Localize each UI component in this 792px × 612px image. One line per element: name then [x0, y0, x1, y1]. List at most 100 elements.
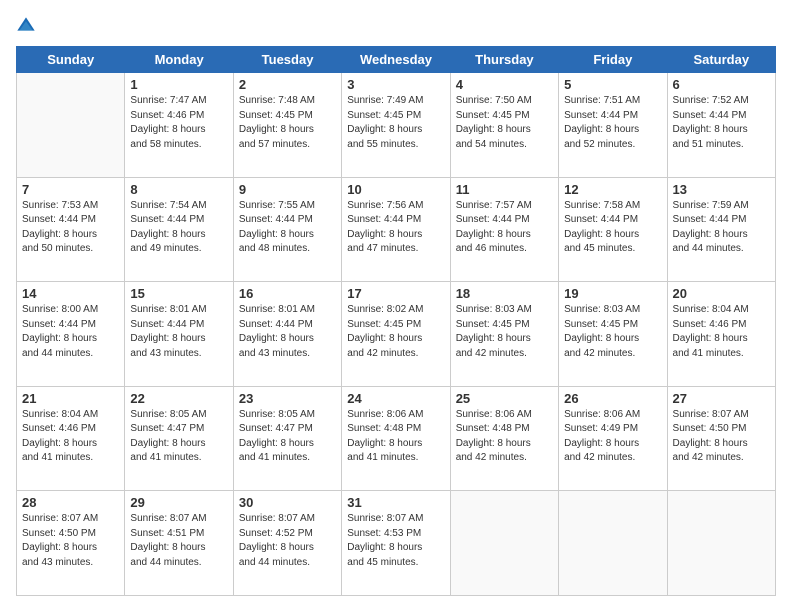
day-number: 15	[130, 286, 227, 301]
day-info: Sunrise: 7:59 AMSunset: 4:44 PMDaylight:…	[673, 199, 770, 257]
calendar-cell: 25Sunrise: 8:06 AMSunset: 4:48 PMDayligh…	[450, 386, 558, 491]
calendar-cell: 7 Sunrise: 7:53 AMSunset: 4:44 PMDaylight…	[17, 177, 125, 282]
logo	[16, 16, 38, 36]
calendar-cell: 21 Sunrise: 8:04 AMSunset: 4:46 PMDayligh…	[17, 386, 125, 491]
day-number: 16	[239, 286, 336, 301]
calendar-cell: 4Sunrise: 7:50 AMSunset: 4:45 PMDaylight…	[450, 73, 558, 178]
day-info: Sunrise: 8:04 AMSunset: 4:46 PMDaylight:…	[22, 408, 119, 466]
calendar-cell: 6Sunrise: 7:52 AMSunset: 4:44 PMDaylight…	[667, 73, 775, 178]
calendar-cell: 1 Sunrise: 7:47 AMSunset: 4:46 PMDaylight…	[125, 73, 233, 178]
day-info: Sunrise: 7:55 AMSunset: 4:44 PMDaylight:…	[239, 199, 336, 257]
day-info: Sunrise: 7:48 AMSunset: 4:45 PMDaylight:…	[239, 94, 336, 152]
day-info: Sunrise: 8:05 AMSunset: 4:47 PMDaylight:…	[239, 408, 336, 466]
calendar-cell: 26 Sunrise: 8:06 AMSunset: 4:49 PMDayligh…	[559, 386, 667, 491]
day-number: 30	[239, 495, 336, 510]
day-number: 29	[130, 495, 227, 510]
day-info: Sunrise: 7:50 AMSunset: 4:45 PMDaylight:…	[456, 94, 553, 152]
day-info: Sunrise: 8:03 AMSunset: 4:45 PMDaylight:…	[456, 303, 553, 361]
calendar-table: SundayMondayTuesdayWednesdayThursdayFrid…	[16, 46, 776, 596]
calendar-cell: 9 Sunrise: 7:55 AMSunset: 4:44 PMDaylight…	[233, 177, 341, 282]
day-number: 11	[456, 182, 553, 197]
calendar-week-row: 28Sunrise: 8:07 AMSunset: 4:50 PMDayligh…	[17, 491, 776, 596]
calendar-cell: 11 Sunrise: 7:57 AMSunset: 4:44 PMDayligh…	[450, 177, 558, 282]
logo-icon	[16, 16, 36, 36]
calendar-cell: 8Sunrise: 7:54 AMSunset: 4:44 PMDaylight…	[125, 177, 233, 282]
day-info: Sunrise: 8:06 AMSunset: 4:48 PMDaylight:…	[456, 408, 553, 466]
day-number: 2	[239, 77, 336, 92]
calendar-cell: 5 Sunrise: 7:51 AMSunset: 4:44 PMDaylight…	[559, 73, 667, 178]
day-number: 14	[22, 286, 119, 301]
day-info: Sunrise: 8:07 AMSunset: 4:52 PMDaylight:…	[239, 512, 336, 570]
day-info: Sunrise: 8:04 AMSunset: 4:46 PMDaylight:…	[673, 303, 770, 361]
day-info: Sunrise: 7:49 AMSunset: 4:45 PMDaylight:…	[347, 94, 444, 152]
calendar-cell: 3 Sunrise: 7:49 AMSunset: 4:45 PMDaylight…	[342, 73, 450, 178]
weekday-header-monday: Monday	[125, 47, 233, 73]
calendar-cell: 13 Sunrise: 7:59 AMSunset: 4:44 PMDayligh…	[667, 177, 775, 282]
day-number: 17	[347, 286, 444, 301]
day-number: 3	[347, 77, 444, 92]
calendar-cell: 23 Sunrise: 8:05 AMSunset: 4:47 PMDayligh…	[233, 386, 341, 491]
day-info: Sunrise: 7:53 AMSunset: 4:44 PMDaylight:…	[22, 199, 119, 257]
calendar-cell: 19 Sunrise: 8:03 AMSunset: 4:45 PMDayligh…	[559, 282, 667, 387]
day-info: Sunrise: 7:47 AMSunset: 4:46 PMDaylight:…	[130, 94, 227, 152]
calendar-cell: 15Sunrise: 8:01 AMSunset: 4:44 PMDayligh…	[125, 282, 233, 387]
calendar-cell: 20 Sunrise: 8:04 AMSunset: 4:46 PMDayligh…	[667, 282, 775, 387]
day-number: 26	[564, 391, 661, 406]
day-info: Sunrise: 7:51 AMSunset: 4:44 PMDaylight:…	[564, 94, 661, 152]
day-info: Sunrise: 7:58 AMSunset: 4:44 PMDaylight:…	[564, 199, 661, 257]
weekday-header-wednesday: Wednesday	[342, 47, 450, 73]
weekday-header-friday: Friday	[559, 47, 667, 73]
day-info: Sunrise: 8:05 AMSunset: 4:47 PMDaylight:…	[130, 408, 227, 466]
day-number: 13	[673, 182, 770, 197]
day-info: Sunrise: 8:03 AMSunset: 4:45 PMDaylight:…	[564, 303, 661, 361]
weekday-header-row: SundayMondayTuesdayWednesdayThursdayFrid…	[17, 47, 776, 73]
calendar-cell: 22 Sunrise: 8:05 AMSunset: 4:47 PMDayligh…	[125, 386, 233, 491]
calendar-cell: 16Sunrise: 8:01 AMSunset: 4:44 PMDayligh…	[233, 282, 341, 387]
weekday-header-sunday: Sunday	[17, 47, 125, 73]
day-info: Sunrise: 7:56 AMSunset: 4:44 PMDaylight:…	[347, 199, 444, 257]
day-number: 23	[239, 391, 336, 406]
calendar-cell: 2 Sunrise: 7:48 AMSunset: 4:45 PMDaylight…	[233, 73, 341, 178]
day-info: Sunrise: 7:54 AMSunset: 4:44 PMDaylight:…	[130, 199, 227, 257]
weekday-header-saturday: Saturday	[667, 47, 775, 73]
day-number: 31	[347, 495, 444, 510]
calendar-cell	[17, 73, 125, 178]
calendar-cell: 27Sunrise: 8:07 AMSunset: 4:50 PMDayligh…	[667, 386, 775, 491]
calendar-cell	[667, 491, 775, 596]
weekday-header-tuesday: Tuesday	[233, 47, 341, 73]
calendar-cell: 18 Sunrise: 8:03 AMSunset: 4:45 PMDayligh…	[450, 282, 558, 387]
day-number: 1	[130, 77, 227, 92]
calendar-week-row: 7 Sunrise: 7:53 AMSunset: 4:44 PMDaylight…	[17, 177, 776, 282]
day-number: 21	[22, 391, 119, 406]
calendar-cell	[450, 491, 558, 596]
day-number: 10	[347, 182, 444, 197]
day-number: 20	[673, 286, 770, 301]
day-number: 5	[564, 77, 661, 92]
weekday-header-thursday: Thursday	[450, 47, 558, 73]
calendar-cell: 31 Sunrise: 8:07 AMSunset: 4:53 PMDayligh…	[342, 491, 450, 596]
calendar-cell: 12Sunrise: 7:58 AMSunset: 4:44 PMDayligh…	[559, 177, 667, 282]
calendar-cell: 24Sunrise: 8:06 AMSunset: 4:48 PMDayligh…	[342, 386, 450, 491]
day-number: 28	[22, 495, 119, 510]
calendar-cell: 30 Sunrise: 8:07 AMSunset: 4:52 PMDayligh…	[233, 491, 341, 596]
day-number: 7	[22, 182, 119, 197]
day-number: 9	[239, 182, 336, 197]
day-info: Sunrise: 7:57 AMSunset: 4:44 PMDaylight:…	[456, 199, 553, 257]
day-number: 6	[673, 77, 770, 92]
day-number: 22	[130, 391, 227, 406]
day-info: Sunrise: 8:00 AMSunset: 4:44 PMDaylight:…	[22, 303, 119, 361]
day-info: Sunrise: 8:07 AMSunset: 4:51 PMDaylight:…	[130, 512, 227, 570]
calendar-cell	[559, 491, 667, 596]
calendar-week-row: 14 Sunrise: 8:00 AMSunset: 4:44 PMDayligh…	[17, 282, 776, 387]
day-number: 24	[347, 391, 444, 406]
calendar-cell: 14 Sunrise: 8:00 AMSunset: 4:44 PMDayligh…	[17, 282, 125, 387]
calendar-cell: 28Sunrise: 8:07 AMSunset: 4:50 PMDayligh…	[17, 491, 125, 596]
day-info: Sunrise: 8:07 AMSunset: 4:53 PMDaylight:…	[347, 512, 444, 570]
header	[16, 16, 776, 36]
day-number: 19	[564, 286, 661, 301]
day-info: Sunrise: 8:02 AMSunset: 4:45 PMDaylight:…	[347, 303, 444, 361]
day-info: Sunrise: 8:06 AMSunset: 4:49 PMDaylight:…	[564, 408, 661, 466]
calendar-cell: 29 Sunrise: 8:07 AMSunset: 4:51 PMDayligh…	[125, 491, 233, 596]
page: SundayMondayTuesdayWednesdayThursdayFrid…	[0, 0, 792, 612]
day-number: 18	[456, 286, 553, 301]
